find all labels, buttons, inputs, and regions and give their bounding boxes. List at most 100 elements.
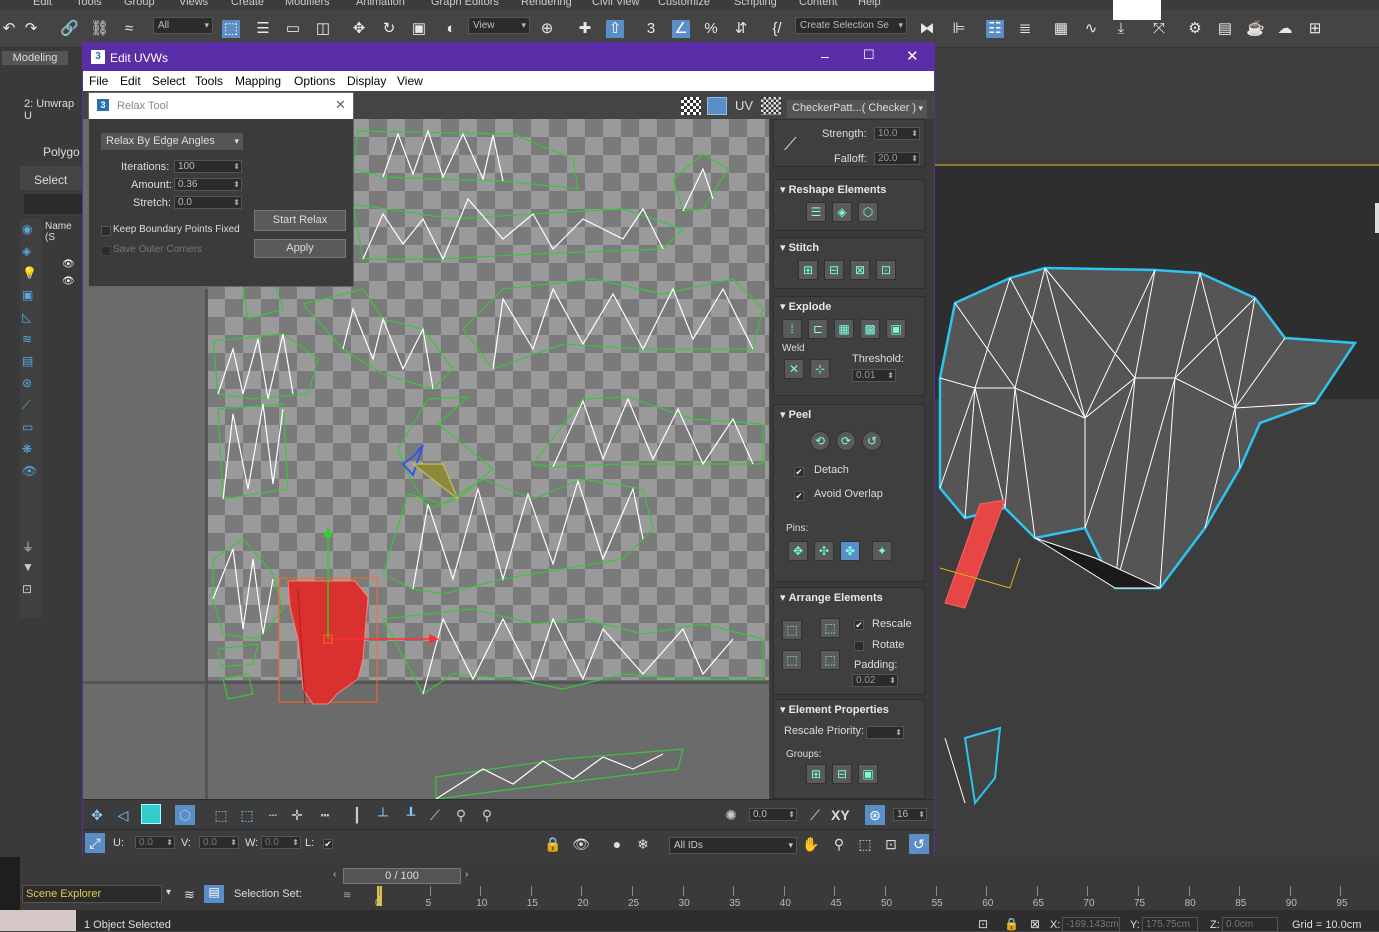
uv-menu-tools[interactable]: Tools [195, 74, 223, 88]
cameras-filter-icon[interactable]: ▣ [22, 288, 38, 304]
groups-filter-icon[interactable]: ▤ [22, 354, 38, 370]
visibility-eye-icon[interactable]: 👁 [62, 276, 75, 287]
select-tab[interactable]: Select [34, 173, 67, 187]
select-rect-icon[interactable]: ⬚ [211, 805, 231, 825]
snowflake-icon[interactable]: ❄ [633, 834, 653, 854]
stitch-to-target-icon[interactable]: ⊡ [876, 260, 896, 280]
break-icon[interactable]: ⁞ [782, 319, 802, 339]
render-cloud-icon[interactable]: ☁ [1276, 20, 1294, 38]
padding-spinner[interactable]: 0.02 [852, 674, 898, 687]
hierarchy-icon[interactable]: ▤ [204, 885, 224, 903]
w-field[interactable]: 0.0 [261, 836, 301, 849]
freeform-mode-icon[interactable]: ✥ [87, 805, 107, 825]
stitch-title[interactable]: Stitch [780, 241, 820, 254]
texture-settings-icon[interactable] [761, 97, 781, 115]
zoom-extents-icon[interactable]: ⊡ [881, 834, 901, 854]
keep-boundary-checkbox[interactable] [101, 226, 111, 236]
quick-peel-icon[interactable]: ⟲ [810, 431, 830, 451]
place-icon[interactable]: ◐ [442, 20, 460, 38]
frame-counter[interactable]: 0 / 100 [343, 868, 461, 884]
menu-create[interactable]: Create [231, 0, 264, 8]
funnel-filter-icon[interactable]: ⏚ [22, 538, 38, 554]
grid-snap-icon[interactable]: ⊛ [865, 805, 885, 825]
reset-peel-icon[interactable]: ↺ [862, 431, 882, 451]
xrefs-filter-icon[interactable]: ⊛ [22, 376, 38, 392]
lights-filter-icon[interactable]: 💡 [22, 266, 38, 282]
layers-icon[interactable]: ≋ [184, 887, 195, 903]
perspective-viewport[interactable] [935, 48, 1379, 863]
save-corners-checkbox[interactable] [101, 246, 111, 256]
scene-search-field[interactable] [24, 194, 82, 214]
named-selection-set-select[interactable]: Create Selection Se [795, 17, 907, 34]
menu-views[interactable]: Views [179, 0, 208, 8]
freeze-icon[interactable]: ● [607, 834, 627, 854]
modifier-stack-label[interactable]: 2: Unwrap U [24, 98, 82, 122]
curve-editor-icon[interactable]: ∿ [1082, 20, 1100, 38]
a360-icon[interactable]: ⊞ [1306, 20, 1324, 38]
scene-explorer-select[interactable]: Scene Explorer [22, 885, 162, 903]
unpin-selected-icon[interactable]: ✤ [840, 541, 860, 561]
peel-mode-icon[interactable]: ⟳ [836, 431, 856, 451]
visibility-eye-icon[interactable]: 👁 [62, 259, 75, 270]
next-frame-icon[interactable]: › [465, 869, 468, 880]
timeline-ruler[interactable]: ≋ 0 5 10 15 20 25 30 35 40 45 50 55 60 65 70 75 80 85 90 95 [329, 884, 1379, 910]
iterations-spinner[interactable]: 100 [174, 160, 242, 173]
render-production-icon[interactable]: ☕ [1246, 20, 1265, 38]
grow-ring-icon[interactable]: ✛ [287, 805, 307, 825]
amount-spinner[interactable]: 0.36 [174, 178, 242, 191]
rescale-priority-spinner[interactable] [866, 726, 904, 739]
flatten-by-angle-icon[interactable]: ▩ [860, 319, 880, 339]
menu-group[interactable]: Group [124, 0, 155, 8]
shrink-loop-icon[interactable]: ┸ [401, 805, 421, 825]
zoom-region-icon[interactable]: ⬚ [855, 834, 875, 854]
menu-scripting[interactable]: Scripting [734, 0, 777, 8]
rect-selection-icon[interactable]: ▭ [284, 20, 302, 38]
undo-icon[interactable]: ↶ [0, 20, 18, 38]
pack-normalize-icon[interactable]: ⬚ [782, 650, 802, 670]
reshape-elements-title[interactable]: Reshape Elements [780, 183, 887, 196]
weld-selected-icon[interactable]: ✕ [784, 359, 804, 379]
pivot-icon[interactable]: ⊕ [538, 20, 556, 38]
threshold-spinner[interactable]: 0.01 [852, 369, 896, 382]
reference-coord-select[interactable]: View [468, 17, 530, 34]
percent-snap-icon[interactable]: % [702, 20, 720, 38]
particles-filter-icon[interactable]: ❋ [22, 442, 38, 458]
uv-menu-view[interactable]: View [397, 74, 423, 88]
loop-icon[interactable]: ┃ [347, 805, 367, 825]
spin-icon[interactable]: ✺ [721, 805, 741, 825]
stitch-to-source-icon[interactable]: ⊟ [824, 260, 844, 280]
menu-edit[interactable]: Edit [33, 0, 52, 8]
grow-loop-icon[interactable]: ┴ [373, 805, 393, 825]
arrange-elements-title[interactable]: Arrange Elements [780, 591, 883, 604]
bones-filter-icon[interactable]: ⟋ [22, 398, 38, 414]
menu-tools[interactable]: Tools [76, 0, 102, 8]
selection-lock-icon[interactable]: 🔒 [1004, 917, 1019, 931]
flatten-icon[interactable]: ▦ [834, 319, 854, 339]
curve-toggle-icon[interactable]: ≋ [343, 890, 351, 901]
rotate-icon[interactable]: ↻ [380, 20, 398, 38]
render-setup-icon[interactable]: ⚙ [1186, 20, 1204, 38]
relax-close-icon[interactable]: ✕ [335, 97, 346, 113]
link-icon[interactable]: 🔗 [60, 20, 79, 38]
uv-label[interactable]: UV [735, 98, 753, 113]
snap-toggle-icon[interactable]: ↺ [909, 834, 929, 854]
prev-frame-icon[interactable]: ‹ [333, 869, 336, 880]
filter-icon[interactable]: ▼ [22, 560, 38, 576]
absolute-mode-icon[interactable]: ⤢ [85, 833, 105, 853]
selection-filter-select[interactable]: All [153, 17, 213, 34]
snaps-toggle-icon[interactable]: 3 [642, 20, 660, 38]
mirror-icon[interactable]: ⧓ [918, 20, 936, 38]
menu-modifiers[interactable]: Modifiers [285, 0, 330, 8]
schematic-view-icon[interactable]: ⤓ [1112, 20, 1130, 38]
falloff-spinner[interactable]: 20.0 [874, 152, 920, 165]
paint-select-icon[interactable]: ⬚ [237, 805, 257, 825]
curve-icon[interactable]: ⟋ [805, 805, 825, 825]
align-icon[interactable]: ⊫ [950, 20, 968, 38]
vertex-mode-icon[interactable]: ◁ [113, 805, 133, 825]
z-coord-field[interactable]: 0.0cm [1222, 917, 1278, 932]
l-checkbox[interactable]: ✔ [323, 839, 333, 849]
redo-icon[interactable]: ↷ [22, 20, 40, 38]
absolute-transform-icon[interactable]: ⊠ [1030, 917, 1040, 931]
menu-civil-view[interactable]: Civil View [592, 0, 639, 8]
helpers-filter-icon[interactable]: ◺ [22, 310, 38, 326]
